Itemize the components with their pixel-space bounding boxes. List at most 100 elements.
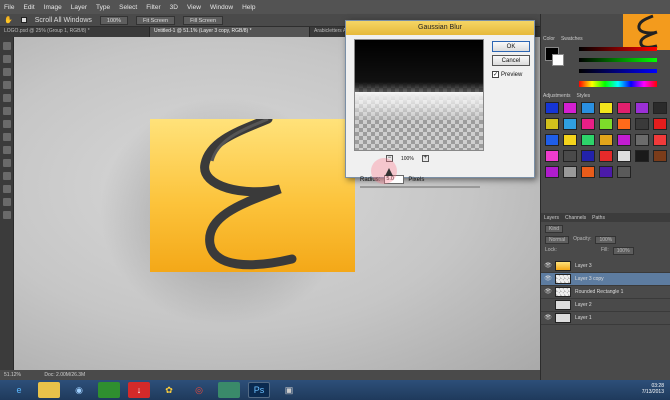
ie-icon[interactable]: e (8, 382, 30, 398)
menu-edit[interactable]: Edit (23, 4, 34, 11)
folder-icon[interactable] (38, 382, 60, 398)
layer-row[interactable]: Layer 2 (541, 299, 670, 312)
tab-swatches[interactable]: Swatches (561, 36, 583, 42)
blue-slider[interactable] (579, 69, 657, 73)
menu-help[interactable]: Help (242, 4, 255, 11)
style-swatch[interactable] (563, 166, 577, 178)
system-clock[interactable]: 03:28 7/13/2013 (642, 383, 664, 395)
type-tool-icon[interactable] (2, 185, 11, 193)
style-swatch[interactable] (617, 166, 631, 178)
style-swatch[interactable] (653, 150, 667, 162)
style-swatch[interactable] (563, 134, 577, 146)
stamp-tool-icon[interactable] (2, 133, 11, 141)
menu-3d[interactable]: 3D (170, 4, 178, 11)
style-swatch[interactable] (599, 134, 613, 146)
marquee-tool-icon[interactable] (2, 55, 11, 63)
layer-row[interactable]: 👁 Layer 3 (541, 260, 670, 273)
fill-screen-button[interactable]: Fill Screen (183, 15, 224, 25)
wand-tool-icon[interactable] (2, 81, 11, 89)
crop-tool-icon[interactable] (2, 94, 11, 102)
style-swatch[interactable] (635, 102, 649, 114)
layer-row[interactable]: 👁 Layer 1 (541, 312, 670, 325)
color-spectrum[interactable] (579, 81, 657, 87)
app-icon[interactable]: ▣ (278, 382, 300, 398)
tab-channels[interactable]: Channels (565, 215, 586, 221)
style-swatch[interactable] (581, 102, 595, 114)
ok-button[interactable]: OK (492, 41, 530, 52)
style-swatch[interactable] (563, 150, 577, 162)
style-swatch[interactable] (545, 118, 559, 130)
style-swatch[interactable] (617, 118, 631, 130)
style-swatch[interactable] (635, 150, 649, 162)
style-swatch[interactable] (545, 102, 559, 114)
brush-tool-icon[interactable] (2, 120, 11, 128)
fit-screen-button[interactable]: Fit Screen (135, 15, 176, 25)
style-swatch[interactable] (545, 150, 559, 162)
hand-tool-icon[interactable] (2, 198, 11, 206)
globe-icon[interactable] (218, 382, 240, 398)
tab-color[interactable]: Color (543, 36, 555, 42)
tab-styles[interactable]: Styles (577, 93, 591, 99)
menu-select[interactable]: Select (119, 4, 137, 11)
tab-paths[interactable]: Paths (592, 215, 605, 221)
tab-logo[interactable]: LOGO.psd @ 25% (Group 1, RGB/8) * (0, 27, 150, 37)
download-icon[interactable]: ↓ (128, 382, 150, 398)
menu-view[interactable]: View (187, 4, 201, 11)
menu-window[interactable]: Window (210, 4, 233, 11)
zoom-100-button[interactable]: 100% (99, 15, 128, 25)
style-swatch[interactable] (545, 166, 559, 178)
chrome-icon[interactable]: ◎ (188, 382, 210, 398)
zoom-tool-icon[interactable] (2, 211, 11, 219)
preview-checkbox[interactable]: ✓ (492, 71, 499, 78)
style-swatch[interactable] (545, 134, 559, 146)
cancel-button[interactable]: Cancel (492, 55, 530, 66)
menu-image[interactable]: Image (44, 4, 62, 11)
menu-filter[interactable]: Filter (146, 4, 160, 11)
gradient-tool-icon[interactable] (2, 159, 11, 167)
scroll-all-checkbox[interactable] (20, 17, 27, 23)
style-swatch[interactable] (581, 166, 595, 178)
style-swatch[interactable] (635, 118, 649, 130)
style-swatch[interactable] (599, 118, 613, 130)
layer-row[interactable]: 👁 Rounded Rectangle 1 (541, 286, 670, 299)
tab-layers[interactable]: Layers (544, 215, 559, 221)
style-swatch[interactable] (635, 134, 649, 146)
move-tool-icon[interactable] (2, 42, 11, 50)
style-swatch[interactable] (599, 150, 613, 162)
style-swatch[interactable] (599, 166, 613, 178)
green-slider[interactable] (579, 58, 657, 62)
tab-adjustments[interactable]: Adjustments (543, 93, 571, 99)
style-swatch[interactable] (653, 134, 667, 146)
zoom-level[interactable]: 51.12% (4, 372, 21, 378)
style-swatch[interactable] (581, 150, 595, 162)
radius-slider[interactable] (360, 186, 480, 188)
pen-tool-icon[interactable] (2, 172, 11, 180)
media-icon[interactable]: ◉ (68, 382, 90, 398)
eraser-tool-icon[interactable] (2, 146, 11, 154)
menu-file[interactable]: File (4, 4, 14, 11)
pinwheel-icon[interactable]: ✿ (158, 382, 180, 398)
layer-row[interactable]: 👁 Layer 3 copy (541, 273, 670, 286)
eye-icon[interactable]: 👁 (544, 275, 552, 283)
fill-input[interactable]: 100% (612, 247, 634, 255)
eye-hidden-icon[interactable] (544, 301, 552, 309)
zoom-in-button[interactable]: + (421, 155, 429, 162)
eye-icon[interactable]: 👁 (544, 314, 552, 322)
eyedropper-tool-icon[interactable] (2, 107, 11, 115)
blend-mode-select[interactable]: Normal (545, 236, 570, 244)
style-swatch[interactable] (617, 102, 631, 114)
style-swatch[interactable] (653, 102, 667, 114)
background-color[interactable] (552, 54, 564, 66)
calculator-icon[interactable] (98, 382, 120, 398)
style-swatch[interactable] (617, 150, 631, 162)
style-swatch[interactable] (563, 118, 577, 130)
tab-untitled[interactable]: Untitled-1 @ 51.1% (Layer 3 copy, RGB/8)… (150, 27, 310, 37)
style-swatch[interactable] (563, 102, 577, 114)
eye-icon[interactable]: 👁 (544, 288, 552, 296)
style-swatch[interactable] (599, 102, 613, 114)
style-swatch[interactable] (581, 118, 595, 130)
kind-filter[interactable]: Kind (545, 225, 564, 233)
style-swatch[interactable] (617, 134, 631, 146)
menu-layer[interactable]: Layer (71, 4, 87, 11)
red-slider[interactable] (579, 47, 657, 51)
